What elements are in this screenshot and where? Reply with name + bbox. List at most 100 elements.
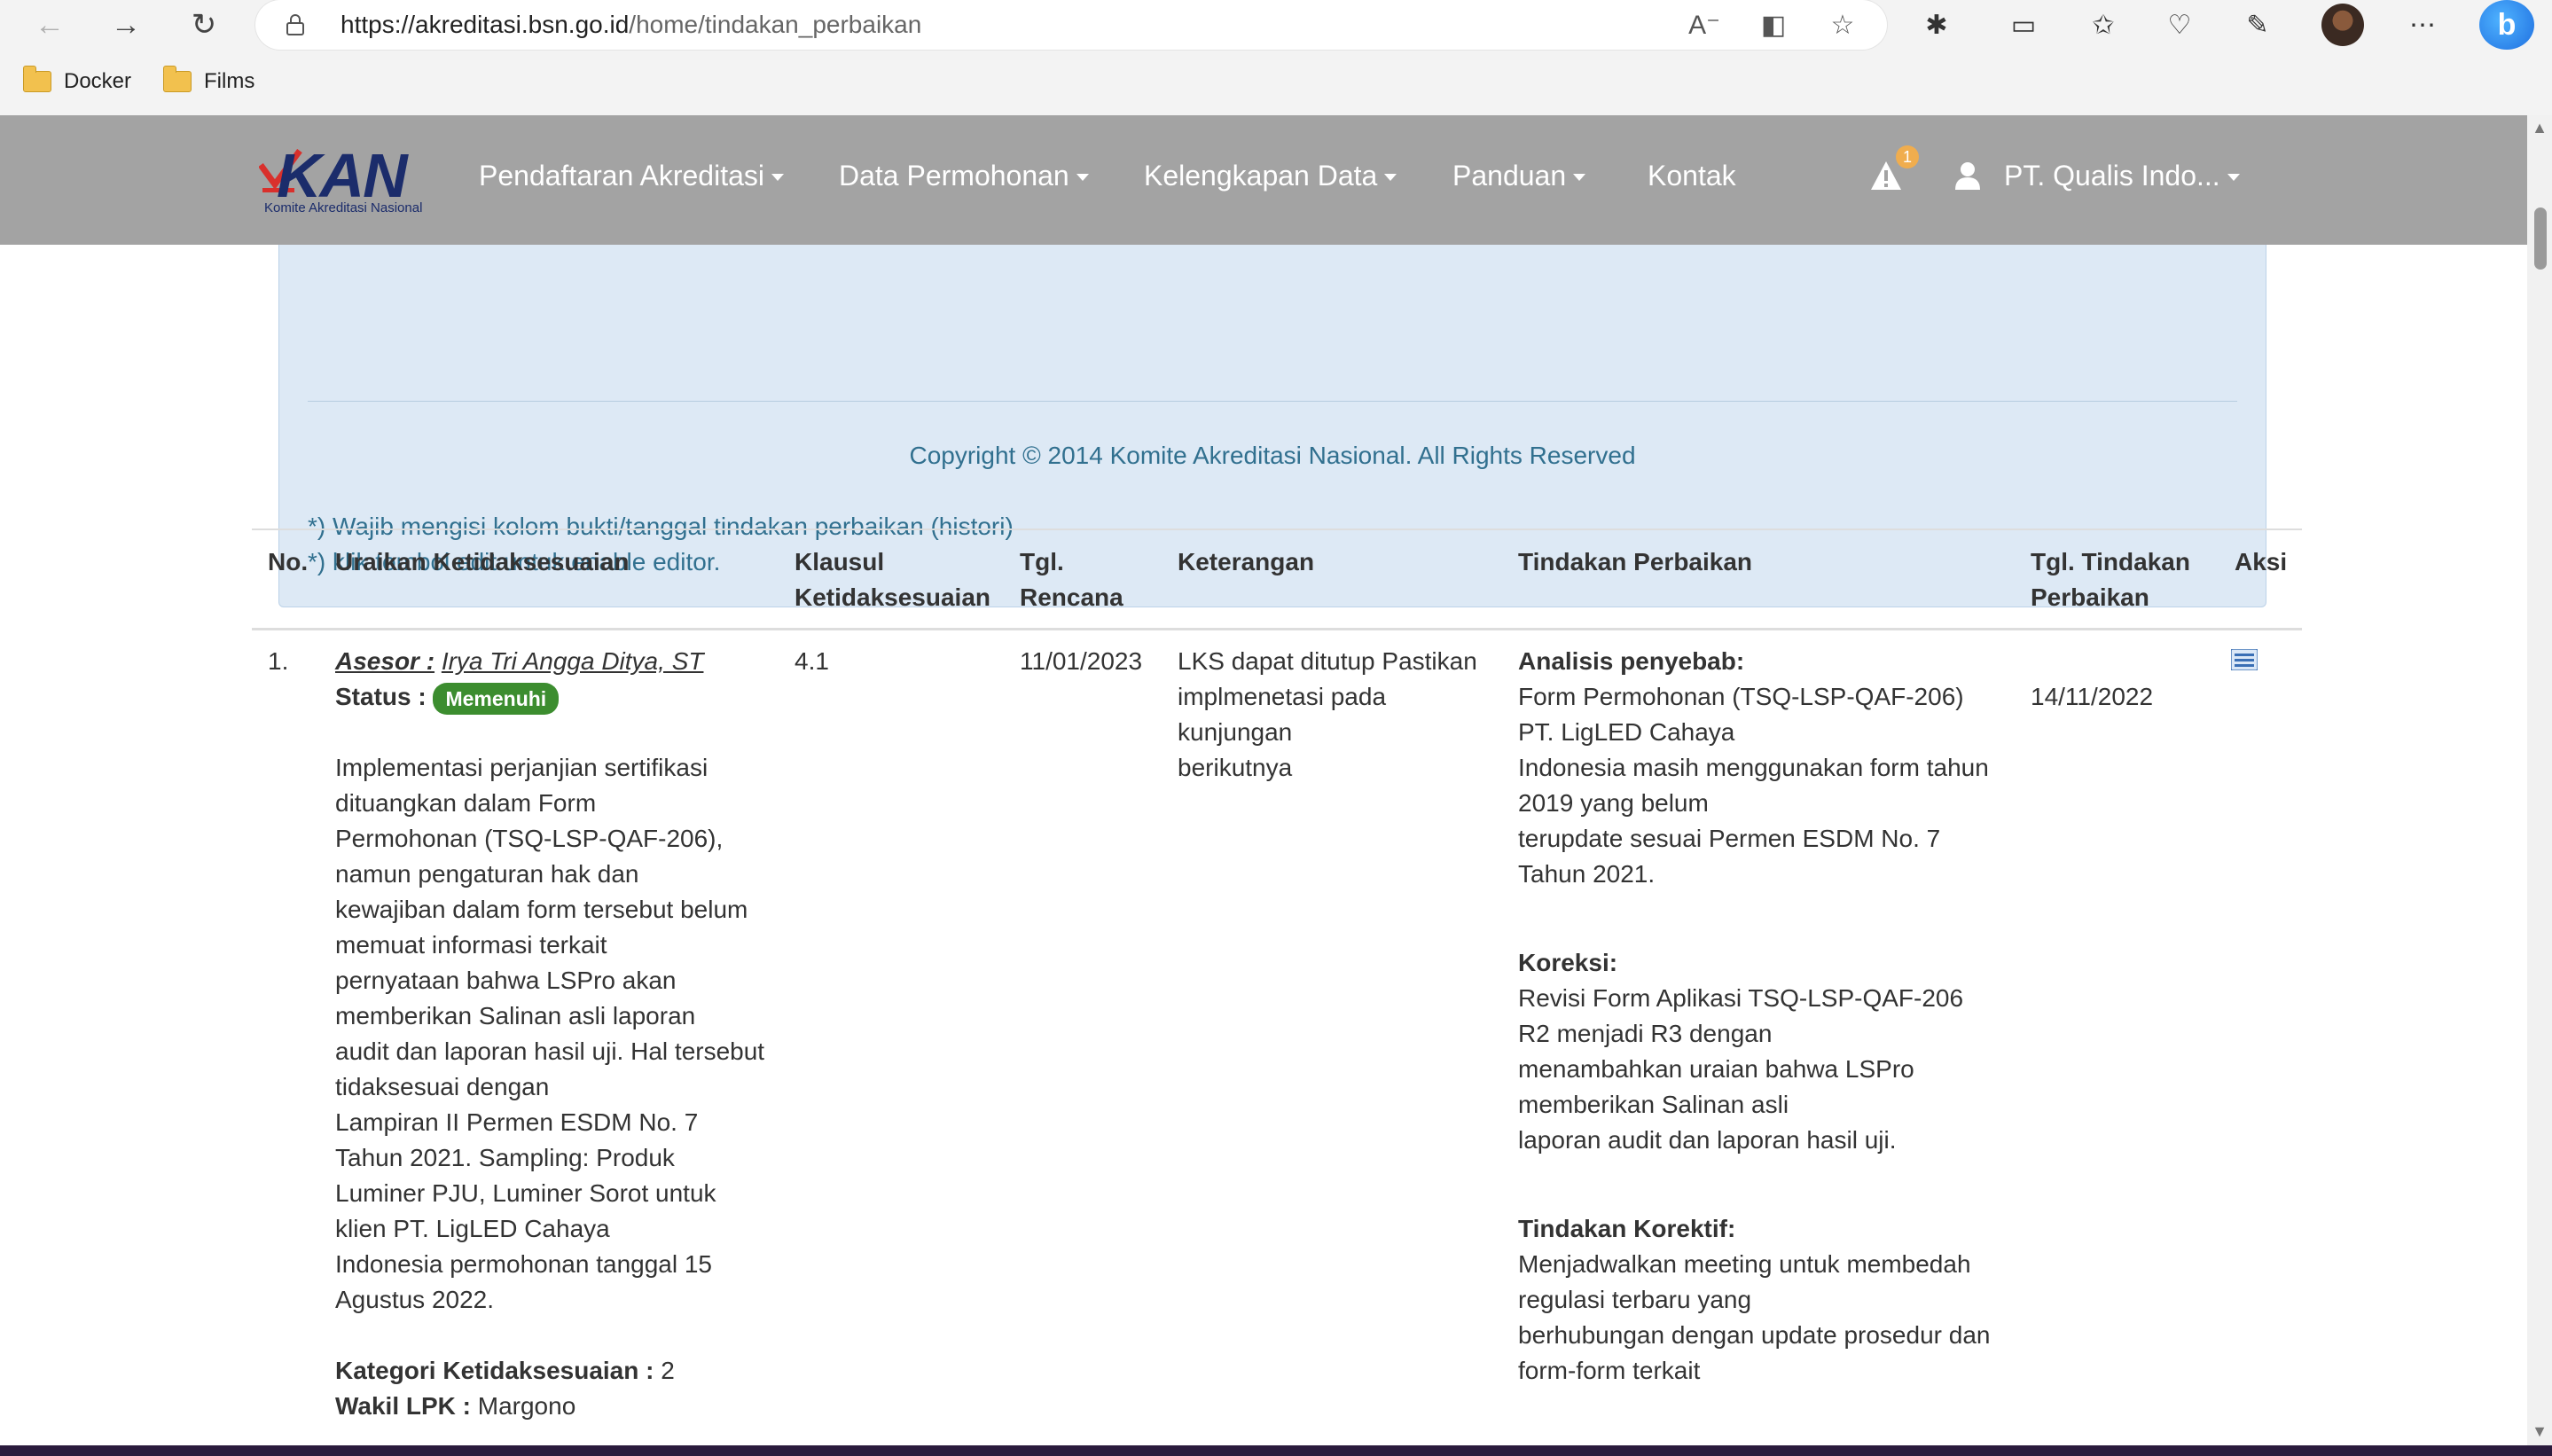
tgl-rencana-cell: 11/01/2023: [1020, 647, 1143, 675]
extensions-icon[interactable]: ✱: [1917, 7, 1956, 43]
scroll-up-arrow-icon[interactable]: ▲: [2527, 119, 2552, 140]
keterangan-line: kunjungan: [1178, 718, 1293, 746]
reload-icon[interactable]: ↻: [186, 7, 222, 43]
analisis-line: terupdate sesuai Permen ESDM No. 7: [1518, 825, 1941, 852]
menu-label: Kontak: [1648, 160, 1736, 192]
header-line: Rencana: [1020, 583, 1123, 611]
klausul-cell: 4.1: [795, 647, 829, 675]
koreksi-label: Koreksi:: [1518, 949, 1618, 976]
menu-kelengkapan-data[interactable]: Kelengkapan Data: [1144, 160, 1397, 192]
korektif-line: berhubungan dengan update prosedur dan: [1518, 1321, 1991, 1349]
url-path: /home/tindakan_perbaikan: [629, 11, 922, 38]
more-menu-icon[interactable]: ⋯: [2403, 7, 2442, 43]
profile-avatar[interactable]: [2321, 4, 2364, 46]
scroll-down-arrow-icon[interactable]: ▼: [2527, 1422, 2552, 1444]
uraian-line: kewajiban dalam form tersebut belum: [335, 896, 748, 923]
bookmark-label: Docker: [64, 69, 132, 93]
menu-data-permohonan[interactable]: Data Permohonan: [839, 160, 1089, 192]
kategori-label: Kategori Ketidaksesuaian :: [335, 1357, 654, 1384]
folder-icon: [163, 66, 192, 92]
forward-arrow-icon[interactable]: →: [108, 7, 144, 43]
collections-icon[interactable]: ✎: [2238, 7, 2277, 43]
immersive-reader-icon[interactable]: ◧: [1756, 9, 1791, 41]
header-line: Ketidaksesuaian: [795, 583, 990, 611]
menu-panduan[interactable]: Panduan: [1452, 160, 1586, 192]
address-bar[interactable]: https://akreditasi.bsn.go.id/home/tindak…: [255, 0, 1887, 50]
folder-icon: [23, 66, 51, 92]
uraian-line: tidaksesuai dengan: [335, 1073, 550, 1100]
header-uraian: Uraikan Ketidaksesuaian: [335, 548, 630, 575]
korektif-label: Tindakan Korektif:: [1518, 1215, 1736, 1242]
header-line: Tgl.: [1020, 548, 1064, 575]
header-line: Perbaikan: [2031, 583, 2149, 611]
status-label: Status :: [335, 683, 427, 710]
menu-label: Data Permohonan: [839, 160, 1069, 192]
uraian-line: memberikan Salinan asli laporan: [335, 1002, 696, 1029]
menu-kontak[interactable]: Kontak: [1648, 160, 1736, 192]
page-viewport: KAN Komite Akreditasi Nasional Pendaftar…: [0, 115, 2527, 1445]
taskbar-edge: [0, 1445, 2552, 1456]
tindakan-perbaikan-cell: Analisis penyebab: Form Permohonan (TSQ-…: [1518, 644, 2015, 1389]
user-icon: [1955, 162, 1980, 190]
favorites-icon[interactable]: ✩: [2084, 7, 2123, 43]
analisis-line: PT. LigLED Cahaya: [1518, 718, 1735, 746]
header-tgl-tindakan: Tgl. Tindakan Perbaikan: [2031, 544, 2190, 615]
site-navbar: KAN Komite Akreditasi Nasional Pendaftar…: [0, 115, 2527, 245]
koreksi-line: Revisi Form Aplikasi TSQ-LSP-QAF-206: [1518, 984, 1964, 1012]
cast-icon[interactable]: ▭: [2004, 7, 2043, 43]
keterangan-cell: LKS dapat ditutup Pastikan implmenetasi …: [1178, 644, 1515, 786]
url-host: https://akreditasi.bsn.go.id: [341, 11, 630, 38]
bookmark-label: Films: [204, 69, 255, 93]
uraian-line: memuat informasi terkait: [335, 931, 607, 959]
header-keterangan: Keterangan: [1178, 548, 1315, 575]
browser-essentials-icon[interactable]: ♡: [2160, 7, 2199, 43]
uraian-line: pernyataan bahwa LSPro akan: [335, 967, 677, 994]
asesor-line: Asesor : Irya Tri Angga Ditya, ST: [335, 644, 770, 679]
user-name: PT. Qualis Indo...: [2004, 160, 2220, 192]
read-aloud-icon[interactable]: A⁻: [1687, 9, 1722, 41]
koreksi-line: laporan audit dan laporan hasil uji.: [1518, 1126, 1897, 1154]
uraian-line: Agustus 2022.: [335, 1286, 495, 1313]
asesor-name: Irya Tri Angga Ditya, ST: [441, 647, 704, 675]
keterangan-line: berikutnya: [1178, 754, 1293, 781]
page-scrollbar[interactable]: ▲ ▼: [2527, 115, 2552, 1445]
caret-down-icon: [1573, 173, 1586, 181]
user-account-menu[interactable]: PT. Qualis Indo...: [2004, 160, 2240, 192]
url-text[interactable]: https://akreditasi.bsn.go.id/home/tindak…: [341, 11, 921, 39]
header-klausul: Klausul Ketidaksesuaian: [795, 544, 990, 615]
browser-toolbar: ← → ↻ https://akreditasi.bsn.go.id/home/…: [0, 0, 2552, 51]
bookmark-docker[interactable]: Docker: [23, 64, 131, 99]
uraian-line: audit dan laporan hasil uji. Hal tersebu…: [335, 1037, 765, 1065]
header-tgl-rencana: Tgl. Rencana: [1020, 544, 1123, 615]
caret-down-icon: [771, 173, 784, 181]
uraian-line: Luminer PJU, Luminer Sorot untuk: [335, 1179, 716, 1207]
uraian-line: Permohonan (TSQ-LSP-QAF-206),: [335, 825, 724, 852]
bing-copilot-icon[interactable]: b: [2479, 0, 2534, 50]
uraian-text: Implementasi perjanjian sertifikasi ditu…: [335, 750, 770, 1318]
menu-label: Panduan: [1452, 160, 1567, 192]
bookmark-films[interactable]: Films: [163, 64, 254, 99]
korektif-line: form-form terkait: [1518, 1357, 1701, 1384]
logo-text: KAN: [277, 141, 408, 210]
uraian-line: namun pengaturan hak dan: [335, 860, 639, 888]
korektif-line: Menjadwalkan meeting untuk membedah: [1518, 1250, 1971, 1278]
uraian-cell: Asesor : Irya Tri Angga Ditya, ST Status…: [335, 644, 770, 1424]
edit-list-icon[interactable]: [2231, 649, 2258, 670]
menu-label: Kelengkapan Data: [1144, 160, 1378, 192]
divider: [252, 528, 2302, 530]
kan-logo[interactable]: KAN Komite Akreditasi Nasional: [259, 144, 445, 218]
scrollbar-thumb[interactable]: [2534, 207, 2547, 270]
back-arrow-icon[interactable]: ←: [32, 7, 67, 43]
favorite-star-icon[interactable]: ☆: [1825, 9, 1860, 41]
note-histori: *) Wajib mengisi kolom bukti/tanggal tin…: [308, 513, 1014, 540]
caret-down-icon: [2227, 173, 2240, 181]
alert-count-badge: 1: [1896, 145, 1919, 168]
keterangan-line: implmenetasi pada: [1178, 683, 1387, 710]
koreksi-line: memberikan Salinan asli: [1518, 1091, 1789, 1118]
analisis-line: Form Permohonan (TSQ-LSP-QAF-206): [1518, 683, 1964, 710]
uraian-line: Indonesia permohonan tanggal 15: [335, 1250, 713, 1278]
uraian-line: Tahun 2021. Sampling: Produk: [335, 1144, 675, 1171]
header-line: Tgl. Tindakan: [2031, 548, 2190, 575]
menu-pendaftaran-akreditasi[interactable]: Pendaftaran Akreditasi: [479, 160, 784, 192]
